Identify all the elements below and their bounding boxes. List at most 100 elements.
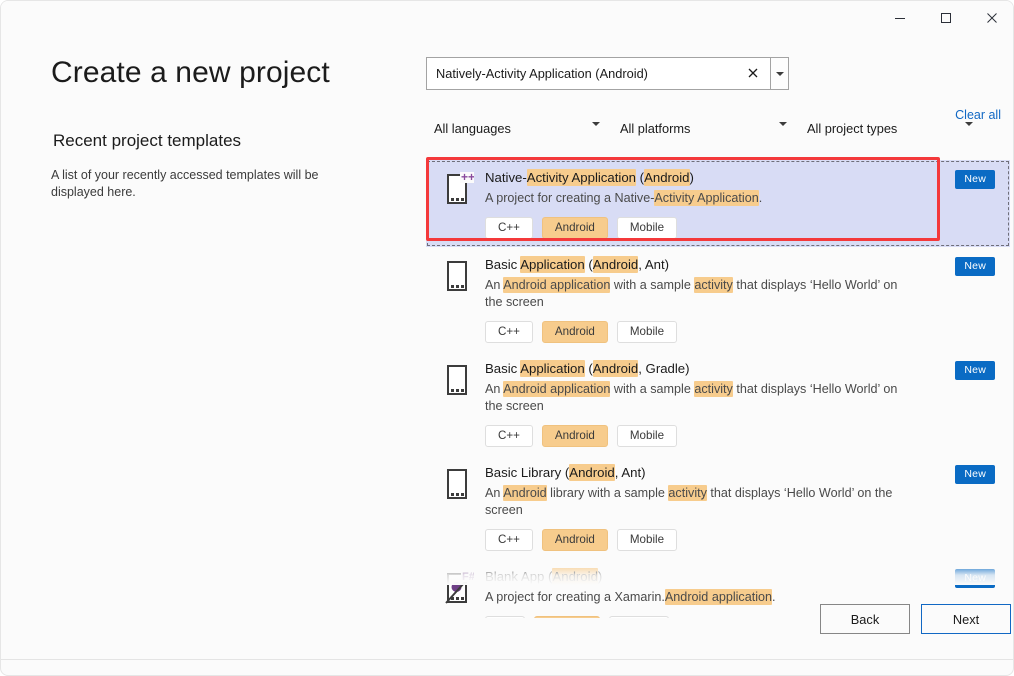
close-button[interactable] — [969, 1, 1014, 34]
phone-icon — [437, 464, 481, 551]
template-description-text-2: with a sample — [610, 382, 694, 396]
template-title-text-0: Basic — [485, 257, 520, 272]
template-list-item[interactable]: Basic Application (Android, Gradle) An An… — [426, 351, 1010, 455]
template-title-text-0: Basic — [485, 361, 520, 376]
search-input[interactable] — [426, 57, 770, 90]
phone-icon — [444, 259, 474, 293]
template-tag: Android — [542, 529, 608, 551]
template-body: Basic Library (Android, Ant)An Android l… — [481, 464, 1000, 551]
template-body: Basic Application (Android, Ant)An Andro… — [481, 256, 1000, 343]
template-title: Basic Library (Android, Ant) — [485, 464, 992, 482]
template-list-item[interactable]: ++ Native-Activity Application (Android)A… — [426, 160, 1010, 247]
template-tag: Mobile — [617, 425, 677, 447]
minimize-icon — [894, 12, 906, 24]
phone-icon — [437, 360, 481, 447]
chevron-down-icon — [776, 72, 784, 76]
template-description-highlight-1: Android application — [503, 381, 610, 397]
template-description-text-0: An — [485, 382, 503, 396]
template-tag: Android — [542, 425, 608, 447]
template-tag: Android — [542, 217, 608, 239]
chevron-down-icon — [965, 126, 973, 141]
chevron-down-icon — [592, 126, 600, 141]
template-title-text-4: ) — [690, 170, 694, 185]
template-title-text-2: ( — [585, 257, 593, 272]
template-body: Native-Activity Application (Android)A p… — [481, 169, 1000, 239]
phone-icon — [444, 467, 474, 501]
left-pane: Create a new project Recent project temp… — [1, 35, 421, 635]
template-tag: Mobile — [617, 529, 677, 551]
phone-cpp-icon: ++ — [437, 169, 481, 239]
template-title-highlight-3: Android — [593, 360, 638, 377]
minimize-button[interactable] — [877, 1, 923, 34]
template-description: An Android library with a sample activit… — [485, 485, 915, 519]
filter-platform[interactable]: All platforms — [612, 115, 799, 141]
template-title-text-2: , Ant) — [615, 465, 646, 480]
template-description-text-0: An — [485, 486, 503, 500]
phone-cpp-icon: ++ — [444, 172, 474, 206]
back-button[interactable]: Back — [820, 604, 910, 634]
template-list-item[interactable]: Basic Application (Android, Ant)An Andro… — [426, 247, 1010, 351]
template-title-text-2: ( — [636, 170, 644, 185]
template-description: An Android application with a sample act… — [485, 381, 915, 415]
new-badge: New — [955, 465, 995, 484]
template-description-text-2: library with a sample — [547, 486, 669, 500]
template-title-highlight-1: Application — [520, 360, 585, 377]
template-title-text-4: , Ant) — [638, 257, 669, 272]
template-tag: C++ — [485, 529, 533, 551]
template-title-highlight-1: Activity Application — [527, 169, 636, 186]
template-body: Basic Application (Android, Gradle) An An… — [481, 360, 1000, 447]
filter-project-type-label: All project types — [807, 121, 897, 136]
template-title-highlight-3: Android — [644, 169, 689, 186]
right-pane: Clear all All languages All platforms Al… — [421, 35, 1014, 635]
template-description-text-2: with a sample — [610, 278, 694, 292]
dialog-footer: Back Next — [1, 591, 1014, 661]
next-button[interactable]: Next — [921, 604, 1011, 634]
search-history-dropdown-button[interactable] — [770, 57, 789, 90]
template-description: An Android application with a sample act… — [485, 277, 915, 311]
create-new-project-dialog: Create a new project Recent project temp… — [0, 0, 1014, 676]
window-titlebar — [1, 1, 1014, 35]
template-description-highlight-1: Android — [503, 485, 546, 501]
filter-row: All languages All platforms All project … — [426, 115, 1006, 141]
template-tags: C++ Android Mobile — [485, 425, 992, 447]
recent-templates-heading: Recent project templates — [53, 131, 391, 151]
template-description-highlight-1: Android application — [503, 277, 610, 293]
template-tag: Mobile — [617, 321, 677, 343]
filter-platform-label: All platforms — [620, 121, 690, 136]
template-description-text-0: An — [485, 278, 503, 292]
phone-icon — [444, 363, 474, 397]
template-title-text-0: Basic Library ( — [485, 465, 569, 480]
filter-language-label: All languages — [434, 121, 511, 136]
chevron-down-icon — [779, 126, 787, 141]
clear-search-icon[interactable] — [741, 57, 765, 88]
search-row — [426, 57, 789, 90]
template-list[interactable]: ++ Native-Activity Application (Android)A… — [426, 160, 1010, 618]
svg-text:++: ++ — [461, 172, 474, 184]
recent-templates-empty-message: A list of your recently accessed templat… — [51, 167, 321, 201]
maximize-button[interactable] — [923, 1, 969, 34]
template-list-item[interactable]: Basic Library (Android, Ant)An Android l… — [426, 455, 1010, 559]
filter-project-type[interactable]: All project types — [799, 115, 985, 141]
template-tags: C++AndroidMobile — [485, 217, 992, 239]
new-badge: New — [955, 361, 995, 380]
template-title: Basic Application (Android, Gradle) — [485, 360, 992, 378]
template-tag: Mobile — [617, 217, 677, 239]
new-badge: New — [955, 257, 995, 276]
template-title-text-0: Blank App ( — [485, 569, 552, 584]
new-badge: New — [955, 170, 995, 189]
template-title-highlight-1: Android — [569, 464, 614, 481]
template-title-highlight-3: Android — [593, 256, 638, 273]
template-description-highlight-3: activity — [668, 485, 707, 501]
maximize-icon — [940, 12, 952, 24]
template-tag: Android — [542, 321, 608, 343]
template-description-text-2: . — [759, 191, 763, 205]
template-title-text-2: ( — [585, 361, 593, 376]
template-title: Blank App (Android) — [485, 568, 992, 586]
filter-language[interactable]: All languages — [426, 115, 612, 141]
template-tag: C++ — [485, 425, 533, 447]
template-description-highlight-3: activity — [694, 277, 733, 293]
template-list-inner: ++ Native-Activity Application (Android)A… — [426, 160, 1010, 618]
close-icon — [748, 68, 758, 78]
template-tags: C++ Android Mobile — [485, 529, 992, 551]
new-badge: New — [955, 569, 995, 588]
